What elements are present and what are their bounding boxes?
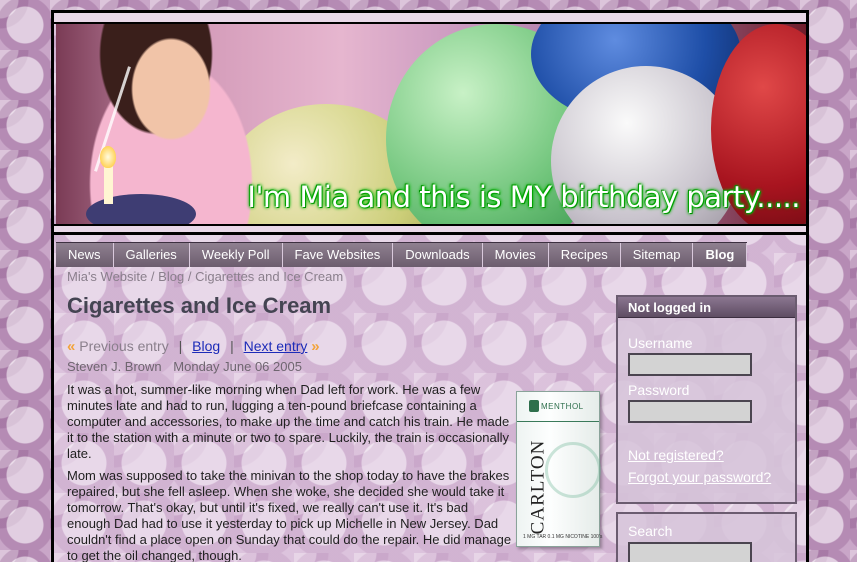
entry-nav-divider: | — [230, 338, 234, 354]
breadcrumb-current: Cigarettes and Ice Cream — [195, 269, 344, 284]
header-banner: I'm Mia and this is MY birthday party...… — [56, 24, 806, 224]
nav-item-movies[interactable]: Movies — [482, 243, 549, 267]
entry-nav-divider: | — [178, 338, 183, 354]
nav-item-news[interactable]: News — [56, 243, 114, 267]
register-link[interactable]: Not registered? — [628, 447, 724, 463]
pack-seal — [545, 442, 601, 498]
nav-item-recipes[interactable]: Recipes — [548, 243, 621, 267]
password-label: Password — [628, 382, 690, 398]
pack-variant: MENTHOL — [541, 402, 584, 411]
cigarette-pack-image: MENTHOL CARLTON 1 MG TAR 0.1 MG NICOTINE… — [516, 391, 603, 547]
header-bottom-strip — [54, 224, 806, 235]
header-top-strip — [54, 13, 806, 24]
previous-entry-label: Previous entry — [79, 338, 169, 354]
next-entry-link[interactable]: Next entry — [244, 338, 308, 354]
breadcrumb-blog-link[interactable]: Blog — [158, 269, 184, 284]
breadcrumb-separator: / — [187, 269, 192, 284]
post-body: It was a hot, summer-like morning when D… — [67, 382, 513, 562]
nav-item-galleries[interactable]: Galleries — [113, 243, 190, 267]
pack-brand: CARLTON — [527, 439, 549, 535]
page-frame: I'm Mia and this is MY birthday party...… — [51, 10, 809, 562]
login-panel: Not logged in Username Password Not regi… — [616, 295, 797, 504]
username-input[interactable] — [628, 353, 752, 376]
post-date: Monday June 06 2005 — [173, 359, 302, 374]
post-paragraph: It was a hot, summer-like morning when D… — [67, 382, 510, 461]
pack-crest-icon — [529, 400, 539, 412]
post-meta: Steven J. Brown Monday June 06 2005 — [67, 359, 302, 374]
nav-item-sitemap[interactable]: Sitemap — [620, 243, 694, 267]
breadcrumb: Mia's Website / Blog / Cigarettes and Ic… — [67, 269, 343, 284]
username-label: Username — [628, 335, 693, 351]
next-arrow-icon: » — [311, 338, 320, 355]
candle-flame — [100, 146, 116, 168]
search-label: Search — [628, 523, 673, 539]
entry-navigation: « Previous entry | Blog | Next entry » — [67, 338, 320, 355]
pack-fine-print: 1 MG TAR 0.1 MG NICOTINE 100's — [523, 534, 603, 540]
breadcrumb-home-link[interactable]: Mia's Website — [67, 269, 147, 284]
nav-item-weekly-poll[interactable]: Weekly Poll — [189, 243, 283, 267]
previous-arrow-icon: « — [67, 338, 76, 355]
forgot-password-link[interactable]: Forgot your password? — [628, 469, 771, 485]
search-panel: Search — [616, 512, 797, 562]
search-input[interactable] — [628, 542, 752, 562]
password-input[interactable] — [628, 400, 752, 423]
candle — [104, 164, 113, 204]
banner-title: I'm Mia and this is MY birthday party...… — [247, 180, 800, 214]
post-paragraph: Mom was supposed to take the minivan to … — [67, 468, 512, 562]
page-title: Cigarettes and Ice Cream — [67, 293, 332, 318]
nav-item-fave-websites[interactable]: Fave Websites — [282, 243, 394, 267]
login-heading: Not logged in — [618, 297, 795, 318]
nav-item-downloads[interactable]: Downloads — [393, 243, 483, 267]
blog-link[interactable]: Blog — [192, 338, 220, 354]
nav-item-blog[interactable]: Blog — [693, 243, 748, 267]
main-nav: News Galleries Weekly Poll Fave Websites… — [56, 242, 748, 267]
post-author: Steven J. Brown — [67, 359, 162, 374]
breadcrumb-separator: / — [150, 269, 155, 284]
